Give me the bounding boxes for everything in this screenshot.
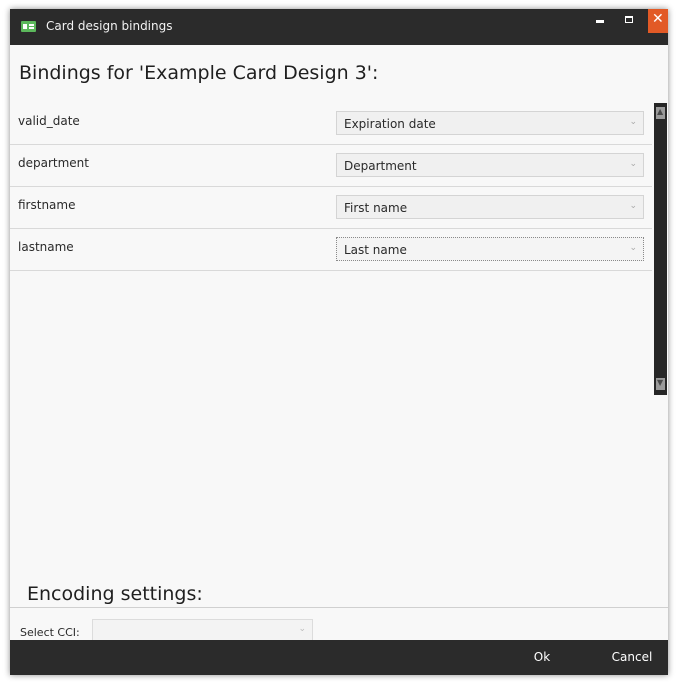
binding-row-firstname: firstname First name ⌄ (10, 187, 652, 229)
scroll-down-icon: ▼ (657, 378, 664, 387)
binding-field-label: department (18, 156, 89, 170)
cancel-button[interactable]: Cancel (604, 640, 660, 675)
minimize-icon (596, 20, 604, 23)
bindings-scrollbar[interactable]: ▲ ▼ (654, 103, 667, 395)
window-title: Card design bindings (46, 19, 173, 33)
close-icon: ✕ (652, 11, 664, 27)
dropdown-value: Last name (344, 243, 407, 257)
binding-row-lastname: lastname Last name ⌄ (10, 229, 652, 271)
chevron-down-icon: ⌄ (629, 243, 637, 253)
title-bar[interactable]: Card design bindings ✕ (10, 9, 668, 45)
chevron-down-icon: ⌄ (629, 117, 637, 127)
ok-button[interactable]: Ok (522, 640, 562, 675)
binding-row-department: department Department ⌄ (10, 145, 652, 187)
dropdown-value: Department (344, 159, 417, 173)
card-icon (21, 21, 36, 32)
scroll-up-icon: ▲ (657, 107, 664, 116)
binding-dropdown-department[interactable]: Department ⌄ (336, 153, 644, 177)
chevron-down-icon: ⌄ (298, 624, 306, 634)
scroll-down-button[interactable]: ▼ (656, 378, 665, 390)
minimize-button[interactable] (588, 9, 612, 33)
dropdown-value: First name (344, 201, 408, 215)
binding-dropdown-lastname[interactable]: Last name ⌄ (336, 237, 644, 261)
bindings-list: valid_date Expiration date ⌄ department … (10, 103, 668, 403)
chevron-down-icon: ⌄ (629, 201, 637, 211)
maximize-icon (625, 16, 633, 23)
maximize-button[interactable] (619, 9, 641, 33)
dialog-footer: Ok Cancel (10, 640, 668, 675)
close-button[interactable]: ✕ (648, 9, 668, 33)
card-design-bindings-window: Card design bindings ✕ Bindings for 'Exa… (10, 9, 668, 675)
binding-field-label: valid_date (18, 114, 80, 128)
dialog-content: Bindings for 'Example Card Design 3': va… (10, 45, 668, 642)
binding-dropdown-valid-date[interactable]: Expiration date ⌄ (336, 111, 644, 135)
binding-field-label: lastname (18, 240, 74, 254)
select-cci-label: Select CCI: (20, 626, 80, 639)
scroll-up-button[interactable]: ▲ (656, 107, 665, 119)
binding-field-label: firstname (18, 198, 76, 212)
binding-dropdown-firstname[interactable]: First name ⌄ (336, 195, 644, 219)
encoding-divider (10, 607, 668, 608)
chevron-down-icon: ⌄ (629, 159, 637, 169)
dropdown-value: Expiration date (344, 117, 436, 131)
encoding-settings-header: Encoding settings: (27, 583, 203, 605)
binding-row-valid-date: valid_date Expiration date ⌄ (10, 103, 652, 145)
select-cci-dropdown[interactable]: ⌄ (92, 619, 313, 642)
bindings-header: Bindings for 'Example Card Design 3': (19, 62, 379, 84)
